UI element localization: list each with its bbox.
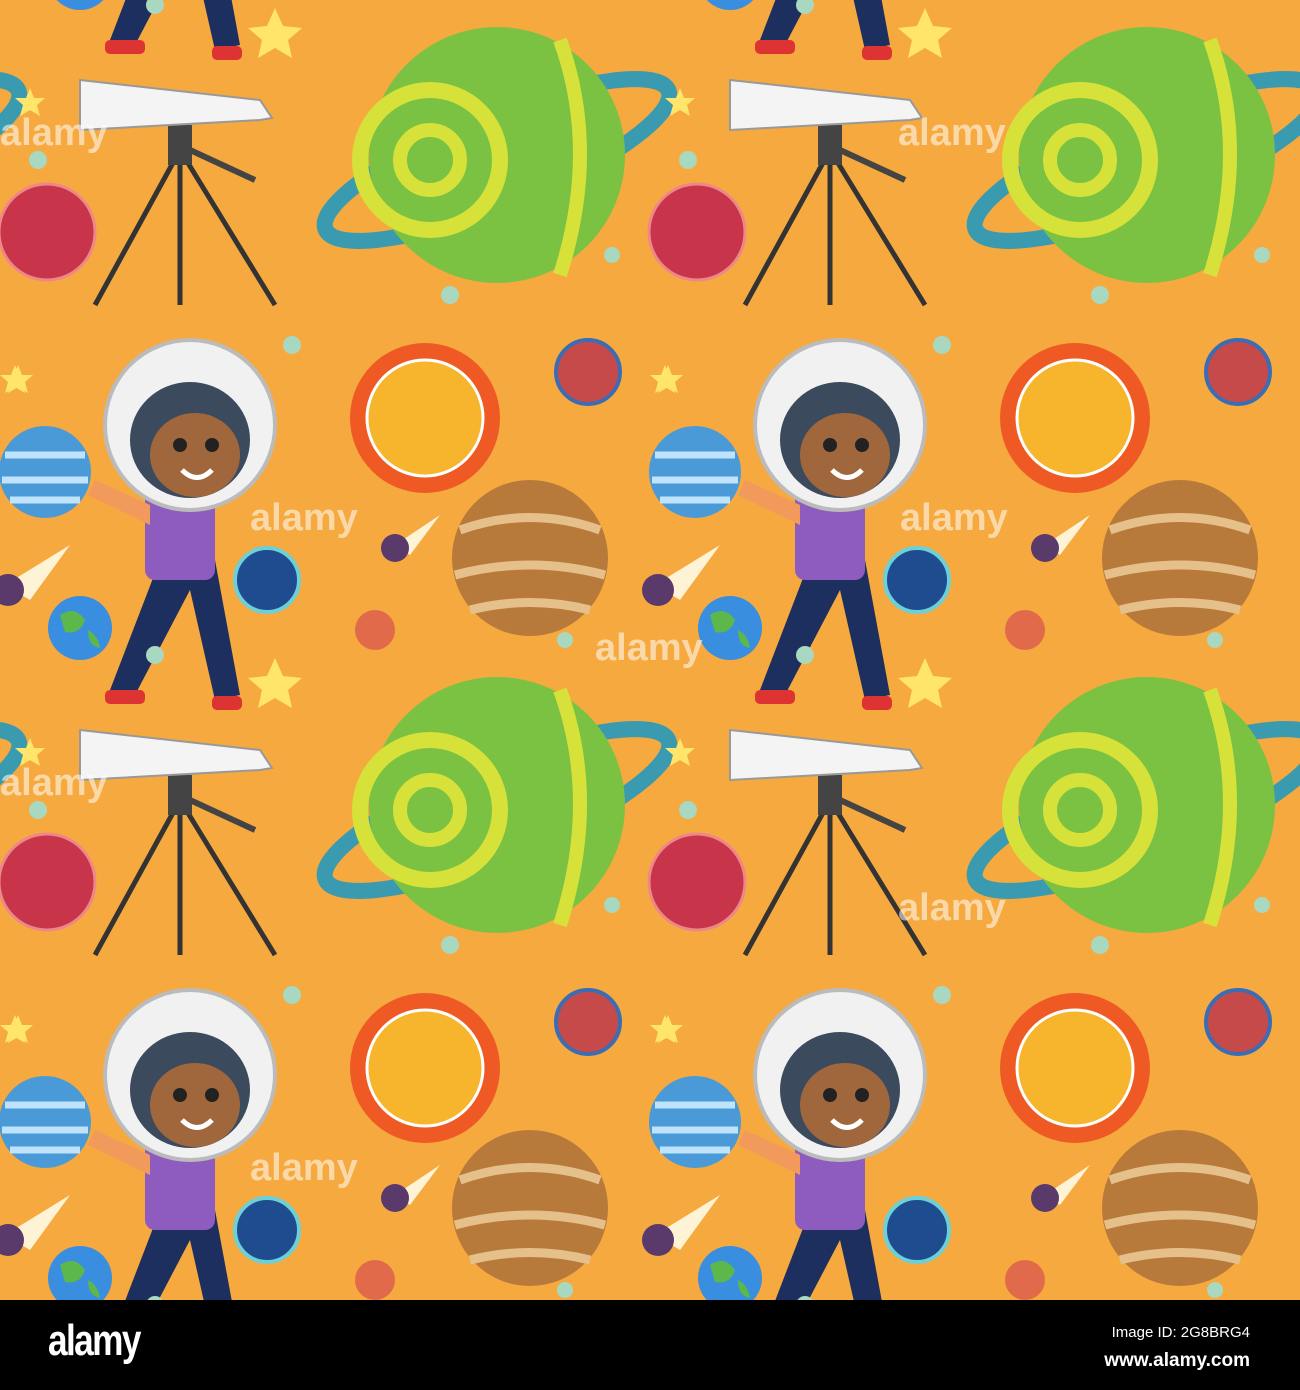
watermark: alamy xyxy=(250,497,358,539)
watermark: alamy xyxy=(0,762,108,804)
website-url: www.alamy.com xyxy=(1104,1350,1250,1371)
stock-image: alamy alamy alamy alamy alamy alamy alam… xyxy=(0,0,1300,1390)
watermark: alamy xyxy=(898,112,1006,154)
watermark: alamy xyxy=(595,627,703,669)
watermark: alamy xyxy=(250,1147,358,1189)
image-id: Image ID: 2G8BRG4 xyxy=(1111,1324,1250,1341)
footer-bar: alamy Image ID: 2G8BRG4 www.alamy.com xyxy=(0,1300,1300,1390)
space-pattern-illustration: alamy alamy alamy alamy alamy alamy alam… xyxy=(0,0,1300,1300)
watermark: alamy xyxy=(0,112,108,154)
watermark: alamy xyxy=(900,497,1008,539)
alamy-logo: alamy xyxy=(48,1316,141,1365)
watermark: alamy xyxy=(898,887,1006,929)
